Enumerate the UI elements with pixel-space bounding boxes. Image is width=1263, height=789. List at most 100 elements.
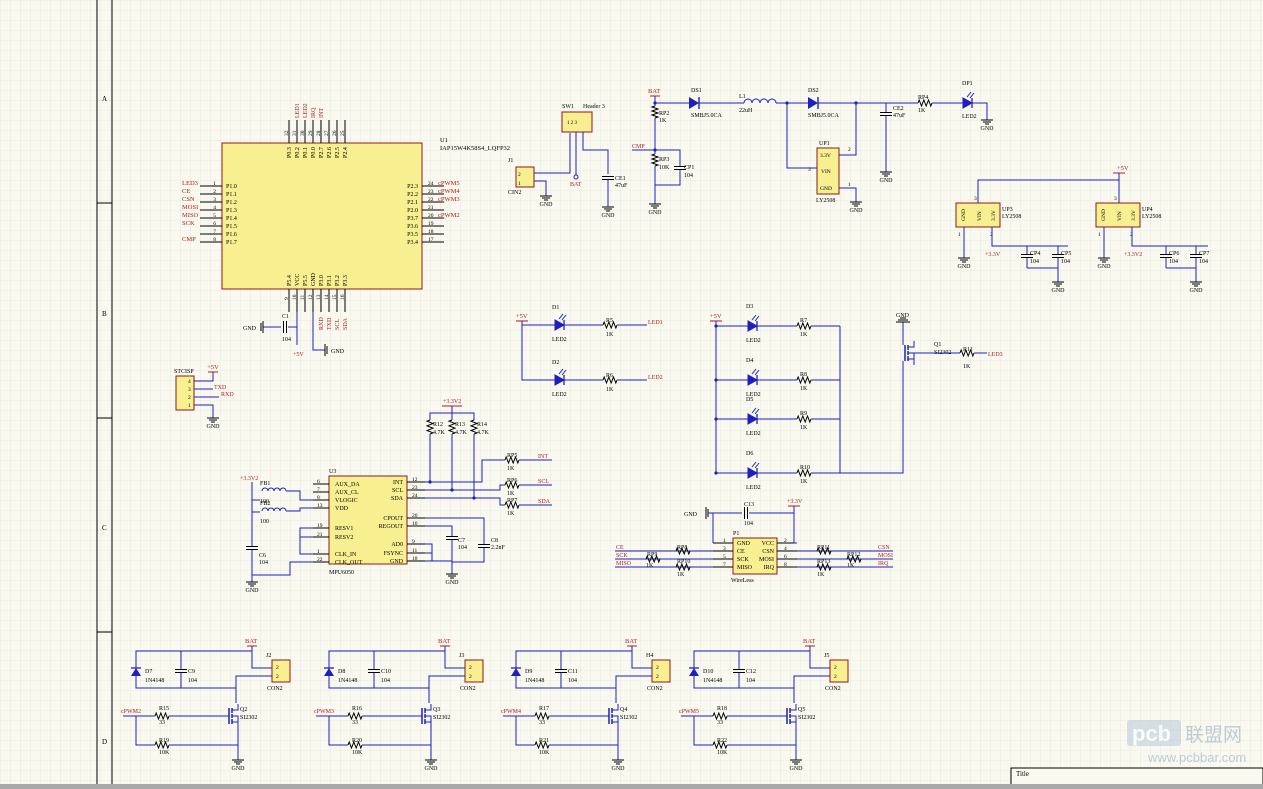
pwm-net-label: cPWM3 bbox=[314, 709, 334, 715]
mcu-net-label: RXD bbox=[319, 317, 325, 330]
schematic-label: 1 bbox=[1098, 232, 1101, 238]
mcu-pin-name: P1.0 bbox=[226, 184, 237, 190]
mcu-pin-num: 11 bbox=[300, 294, 306, 300]
schematic-label: R6 bbox=[606, 373, 613, 379]
schematic-label: 22 bbox=[317, 557, 323, 563]
schematic-label: Q5 bbox=[798, 707, 805, 713]
v5-label: +5V bbox=[516, 313, 528, 320]
mcu-pin-name: P1.5 bbox=[226, 224, 237, 230]
mcu-pin-name: P3.2 bbox=[335, 275, 341, 286]
v5-label: +5V bbox=[710, 313, 722, 320]
c1-ref: C1 bbox=[282, 314, 289, 320]
schematic-label: R7 bbox=[800, 318, 807, 324]
mcu-pin-num: 23 bbox=[428, 189, 434, 195]
schematic-label: C13 bbox=[744, 502, 754, 508]
schematic-label: 8 bbox=[784, 562, 787, 568]
mcu-pin-num: 6 bbox=[213, 221, 216, 227]
mcu-designator: U1 bbox=[440, 137, 448, 144]
schematic-label: J5 bbox=[824, 653, 829, 659]
bat-label: BAT bbox=[625, 638, 637, 645]
gnd-label: GND bbox=[896, 313, 910, 319]
schematic-label: GND bbox=[961, 209, 967, 221]
schematic-label: 104 bbox=[1061, 259, 1070, 265]
schematic-label: 47uF bbox=[893, 113, 906, 119]
mcu-net-label: CSN bbox=[182, 196, 195, 203]
mcu-pin-num: 30 bbox=[300, 130, 306, 136]
mcu-pin-name: GND bbox=[311, 272, 317, 286]
schematic-sheet: A B C D Title U1 IAP15W4K58S4_LQFP32 P1.0 1… bbox=[0, 0, 1263, 789]
schematic-label: GND bbox=[390, 559, 404, 565]
mcu-pin-num: 5 bbox=[213, 213, 216, 219]
c1-val: 104 bbox=[282, 337, 291, 343]
mcu-pin-name: VCC bbox=[295, 274, 301, 286]
schematic-label: 10K bbox=[717, 750, 728, 756]
mcu-pin-num: 10 bbox=[292, 294, 298, 300]
schematic-label: 1K bbox=[659, 118, 667, 124]
schematic-label: R8 bbox=[800, 372, 807, 378]
schematic-label: 2 bbox=[276, 665, 279, 671]
mcu-net-label: TXD bbox=[327, 317, 333, 330]
schematic-label: R19 bbox=[159, 738, 169, 744]
schematic-label: 1N4148 bbox=[145, 678, 164, 684]
schematic-label: 2.2nF bbox=[491, 545, 506, 551]
mcu-pin-num: 14 bbox=[324, 294, 330, 300]
pwm-net-label: cPWM4 bbox=[501, 709, 521, 715]
watermark-url: www.pcbbar.com bbox=[1147, 750, 1246, 765]
schematic-label: DP1 bbox=[962, 81, 973, 87]
mcu-net-label: INT bbox=[319, 108, 325, 118]
schematic-label: 104 bbox=[458, 545, 467, 551]
schematic-label: 2 bbox=[848, 147, 851, 153]
mcu-net-label: SCL bbox=[335, 319, 341, 330]
gnd-label: GND bbox=[425, 766, 439, 772]
mcu-net-label: IRQ bbox=[311, 107, 317, 118]
gnd-label: GND bbox=[850, 208, 864, 214]
schematic-label: 21 bbox=[317, 532, 323, 538]
isp-body bbox=[175, 375, 195, 411]
schematic-label: 10K bbox=[159, 750, 170, 756]
schematic-label: 3 bbox=[808, 167, 811, 173]
mcu-net-label: MISO bbox=[182, 212, 199, 219]
connector-body bbox=[829, 659, 849, 683]
schematic-label: 2 bbox=[784, 538, 787, 544]
schematic-label: 10K bbox=[659, 165, 670, 171]
schematic-label: REGOUT bbox=[379, 524, 404, 530]
schematic-label: C11 bbox=[568, 669, 578, 675]
bat-label: BAT bbox=[648, 88, 660, 95]
j1-ref: J1 bbox=[508, 158, 513, 164]
schematic-label: 3.3V bbox=[1131, 210, 1137, 221]
schematic-label: 1 bbox=[958, 232, 961, 238]
schematic-label: VDD bbox=[335, 506, 349, 512]
schematic-label: SI2302 bbox=[240, 715, 257, 721]
led-net-label: LED1 bbox=[648, 320, 663, 326]
led3-label: LED3 bbox=[988, 352, 1003, 358]
mcu-pin-name: P2.5 bbox=[335, 147, 341, 158]
schematic-label: 33 bbox=[539, 720, 545, 726]
mcu-net-label: cPWM5 bbox=[438, 180, 460, 187]
schematic-label: J2 bbox=[266, 653, 271, 659]
schematic-label: 7 bbox=[723, 562, 726, 568]
bat-label: BAT bbox=[438, 638, 450, 645]
mcu-pin-num: 26 bbox=[332, 130, 338, 136]
schematic-label: 1K bbox=[677, 572, 685, 578]
schematic-label: D2 bbox=[552, 360, 559, 366]
mcu-pin-name: P0.1 bbox=[303, 147, 309, 158]
schematic-label: CE bbox=[737, 549, 745, 555]
schematic-label: 1K bbox=[800, 332, 808, 338]
schematic-label: 2 bbox=[834, 674, 837, 680]
schematic-label: VIN bbox=[1117, 211, 1123, 221]
schematic-label: C6 bbox=[259, 553, 266, 559]
mcu-pin-name: P3.5 bbox=[407, 232, 418, 238]
schematic-label: 33 bbox=[717, 720, 723, 726]
mcu-pin-name: P3.1 bbox=[327, 275, 333, 286]
schematic-label: RESV1 bbox=[335, 526, 353, 532]
mcu-pin-name: P1.2 bbox=[226, 200, 237, 206]
schematic-label: UP3 bbox=[1002, 207, 1013, 213]
schematic-label: FSYNC bbox=[384, 551, 403, 557]
schematic-label: RP12 bbox=[847, 552, 860, 558]
title-block-label: Title bbox=[1016, 770, 1029, 778]
schematic-label: 2 bbox=[656, 665, 659, 671]
schematic-label: GND bbox=[1101, 209, 1107, 221]
mcu-pin-name: P5.4 bbox=[287, 275, 293, 286]
schematic-label: 5 bbox=[723, 554, 726, 560]
schematic-label: LED2 bbox=[552, 337, 567, 343]
